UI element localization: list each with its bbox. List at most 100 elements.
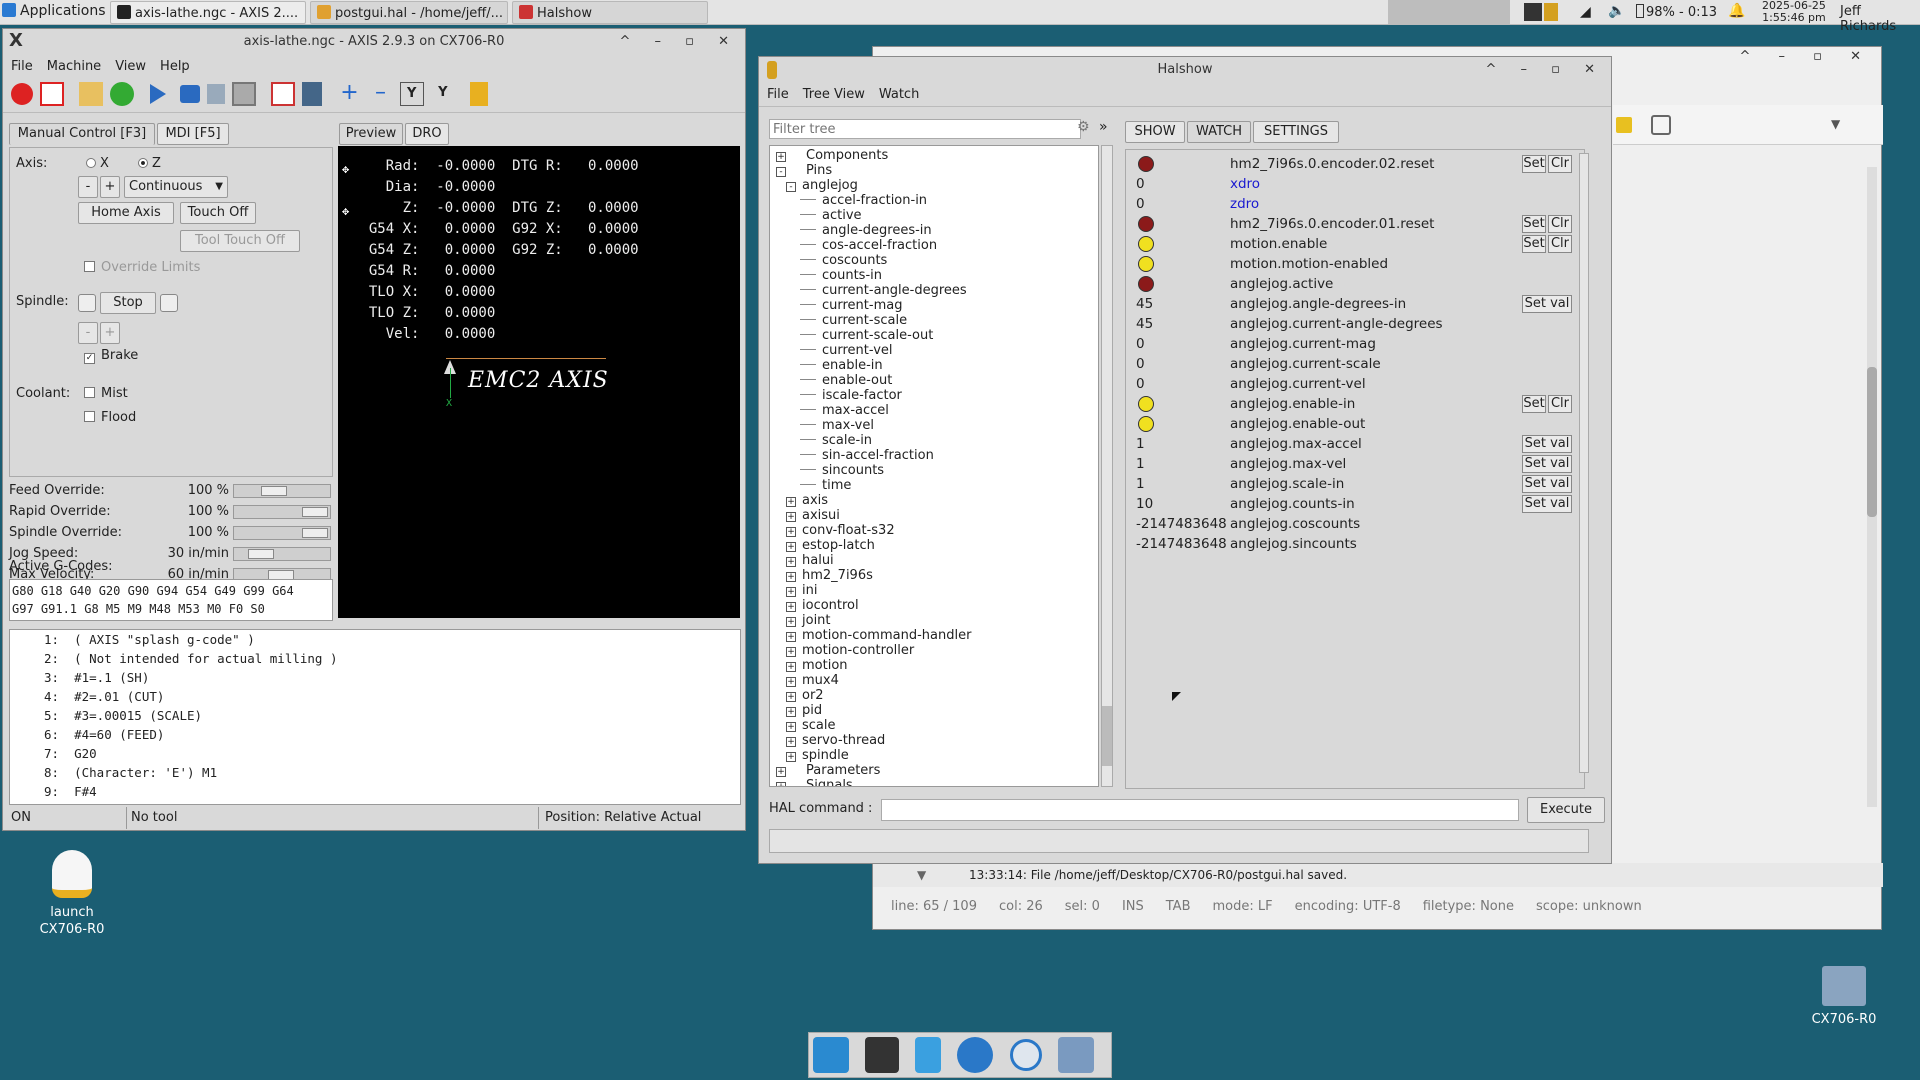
spindle-minus-button[interactable]: - (78, 322, 98, 344)
pin-name[interactable]: anglejog.coscounts (1230, 514, 1360, 534)
expand-icon[interactable]: + (786, 572, 796, 582)
terminal-icon[interactable] (865, 1037, 900, 1073)
mist-checkbox[interactable]: Mist (84, 386, 128, 401)
clock[interactable]: 2025-06-25 1:55:46 pm (1762, 0, 1826, 24)
task-postgui[interactable]: postgui.hal - /home/jeff/... (310, 1, 508, 24)
clear-plot-icon[interactable] (469, 82, 488, 106)
pin-name[interactable]: anglejog.counts-in (1230, 494, 1355, 514)
pin-name[interactable]: anglejog.max-vel (1230, 454, 1346, 474)
tree-node[interactable]: + iocontrol (770, 598, 1098, 613)
folder-icon-dock[interactable] (1057, 1037, 1094, 1073)
gcode-line[interactable]: 3: #1=.1 (SH) (10, 668, 740, 687)
tree-node[interactable]: + spindle (770, 748, 1098, 763)
search-icon[interactable] (1009, 1039, 1042, 1071)
tree-node[interactable]: + Parameters (770, 763, 1098, 778)
pause-icon[interactable] (206, 84, 225, 104)
expand-icon[interactable]: + (786, 677, 796, 687)
flood-checkbox[interactable]: Flood (84, 410, 136, 425)
tree-node[interactable]: + ini (770, 583, 1098, 598)
tree-node[interactable]: max-vel (770, 418, 1098, 433)
jog-minus-button[interactable]: - (78, 176, 98, 198)
tab-settings[interactable]: SETTINGS (1253, 121, 1339, 143)
tree-node[interactable]: + servo-thread (770, 733, 1098, 748)
spindle-cw-icon[interactable] (160, 294, 178, 312)
pin-name[interactable]: hm2_7i96s.0.encoder.02.reset (1230, 154, 1434, 174)
tree-node[interactable]: + motion (770, 658, 1098, 673)
pin-name[interactable]: anglejog.enable-in (1230, 394, 1355, 414)
gcode-line[interactable]: 6: #4=60 (FEED) (10, 725, 740, 744)
open-icon[interactable] (79, 82, 104, 106)
axis-menu-help[interactable]: Help (160, 59, 190, 74)
optional-stop-icon[interactable] (302, 82, 323, 106)
spindle-ccw-icon[interactable] (78, 294, 96, 312)
gcode-line[interactable]: 5: #3=.00015 (SCALE) (10, 706, 740, 725)
tab-mdi[interactable]: MDI [F5] (157, 123, 229, 145)
tree-node[interactable]: + conv-float-s32 (770, 523, 1098, 538)
view-y-icon[interactable]: Y (399, 82, 424, 106)
tree-scrollbar[interactable] (1101, 145, 1113, 787)
axis-window-buttons[interactable]: ^ – ▫ ✕ (620, 29, 740, 55)
tree-node[interactable]: counts-in (770, 268, 1098, 283)
tree-node[interactable]: current-mag (770, 298, 1098, 313)
gcode-line[interactable]: 2: ( Not intended for actual milling ) (10, 649, 740, 668)
step-icon[interactable] (179, 85, 200, 103)
override-slider[interactable] (233, 547, 331, 561)
tab-watch[interactable]: WATCH (1187, 121, 1251, 143)
pin-name[interactable]: anglejog.current-scale (1230, 354, 1381, 374)
tree-node[interactable]: iscale-factor (770, 388, 1098, 403)
expand-icon[interactable]: » (1099, 119, 1108, 135)
task-halshow[interactable]: Halshow (512, 1, 708, 24)
x-tray-icon[interactable] (1524, 3, 1542, 21)
clr-button[interactable]: Clr (1548, 235, 1572, 253)
editor-window-buttons[interactable]: ^ – ▫ ✕ (1740, 49, 1874, 64)
gcode-line[interactable]: 8: (Character: 'E') M1 (10, 763, 740, 782)
hal-command-input[interactable] (881, 799, 1519, 821)
override-limits-checkbox[interactable]: Override Limits (84, 260, 200, 275)
bell-icon[interactable]: 🔔 (1728, 3, 1745, 19)
halshow-menu-file[interactable]: File (767, 87, 789, 102)
tree-node[interactable]: + scale (770, 718, 1098, 733)
set-val-button[interactable]: Set val (1522, 475, 1572, 493)
workspace-switcher[interactable] (1388, 0, 1510, 24)
set-val-button[interactable]: Set val (1522, 295, 1572, 313)
slider-handle[interactable] (261, 486, 287, 496)
tree-node[interactable]: angle-degrees-in (770, 223, 1098, 238)
expand-icon[interactable]: + (786, 512, 796, 522)
tree-node[interactable]: cos-accel-fraction (770, 238, 1098, 253)
pin-name[interactable]: hm2_7i96s.0.encoder.01.reset (1230, 214, 1434, 234)
override-slider[interactable] (233, 526, 331, 540)
tree-node[interactable]: + halui (770, 553, 1098, 568)
tab-preview[interactable]: Preview (339, 123, 403, 145)
launch-desktop-icon[interactable]: launch CX706-R0 (34, 850, 110, 938)
hal-tree[interactable]: + Components - Pins - anglejog accel-fraction-… (769, 145, 1099, 787)
editor-scrollbar[interactable] (1867, 167, 1877, 807)
set-button[interactable]: Set (1522, 395, 1546, 413)
show-desktop-icon[interactable] (813, 1037, 849, 1073)
user-name[interactable]: Jeff Richards (1840, 4, 1920, 34)
expand-icon[interactable]: + (786, 557, 796, 567)
slider-handle[interactable] (248, 549, 274, 559)
tab-manual-control[interactable]: Manual Control [F3] (9, 123, 155, 145)
collapse-icon[interactable]: - (786, 182, 796, 192)
expand-icon[interactable]: + (786, 737, 796, 747)
tree-node[interactable]: + hm2_7i96s (770, 568, 1098, 583)
pin-name[interactable]: anglejog.active (1230, 274, 1333, 294)
gcode-line[interactable]: 9: F#4 (10, 782, 740, 801)
tree-node[interactable]: active (770, 208, 1098, 223)
filter-tree-input[interactable] (769, 119, 1081, 139)
volume-icon[interactable]: 🔈 (1608, 3, 1625, 19)
folder-desktop-icon[interactable]: CX706-R0 (1806, 966, 1882, 1027)
dropdown-icon[interactable]: ▼ (1831, 117, 1840, 131)
gcode-line[interactable]: 1: ( AXIS "splash g-code" ) (10, 630, 740, 649)
tree-node[interactable]: current-vel (770, 343, 1098, 358)
tree-node[interactable]: current-scale-out (770, 328, 1098, 343)
pin-name[interactable]: motion.enable (1230, 234, 1327, 254)
touch-off-button[interactable]: Touch Off (180, 202, 256, 224)
axis-x-radio[interactable]: X (86, 156, 109, 171)
files-icon[interactable] (915, 1037, 942, 1073)
find-icon[interactable] (1651, 115, 1671, 135)
collapse-icon[interactable]: ▼ (917, 863, 926, 887)
tree-node[interactable]: sin-accel-fraction (770, 448, 1098, 463)
tree-node[interactable]: max-accel (770, 403, 1098, 418)
tree-node[interactable]: + Components (770, 148, 1098, 163)
